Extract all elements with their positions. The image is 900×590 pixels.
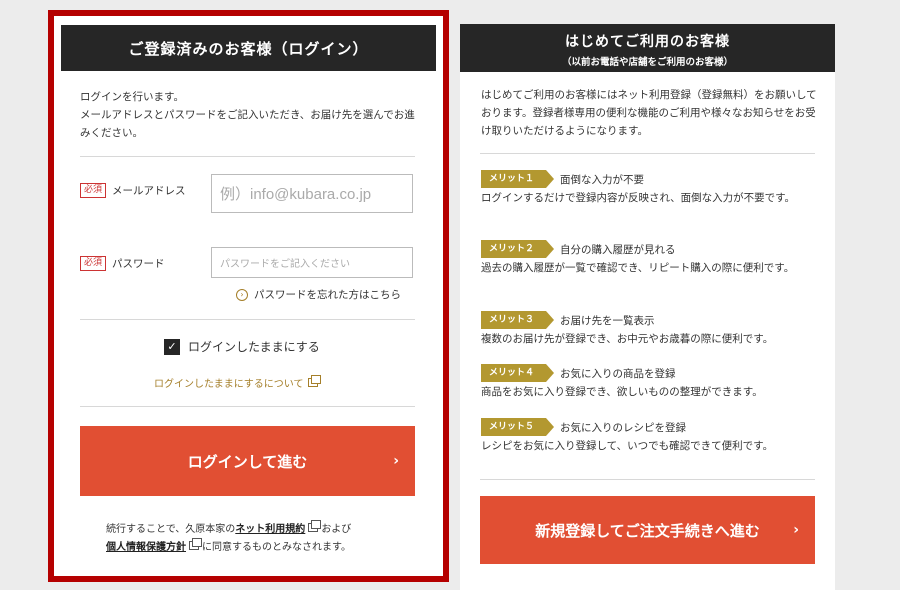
- terms-suffix: に同意するものとみなされます。: [202, 542, 351, 553]
- password-label: パスワード: [112, 258, 165, 270]
- required-badge: 必須: [80, 183, 107, 198]
- register-header: はじめてご利用のお客様 （以前お電話や店舗をご利用のお客様）: [460, 24, 835, 72]
- register-submit-label: 新規登録してご注文手続きへ進む: [535, 521, 760, 540]
- merit-title: 面倒な入力が不要: [560, 173, 645, 186]
- register-panel: はじめてご利用のお客様 （以前お電話や店舗をご利用のお客様） はじめてご利用のお…: [460, 24, 835, 590]
- register-intro: はじめてご利用のお客様にはネット利用登録（登録無料）をお願いしております。登録者…: [481, 89, 817, 137]
- chevron-right-icon: ›: [393, 453, 399, 469]
- merit-desc: ログインするだけで登録内容が反映され、面倒な入力が不要です。: [481, 192, 796, 204]
- login-panel: ご登録済みのお客様（ログイン） ログインを行います。 メールアドレスとパスワード…: [48, 10, 449, 582]
- merit-item: メリット２ 自分の購入履歴が見れる 過去の購入履歴が一覧で確認でき、リピート購入…: [481, 240, 816, 276]
- merit-item: メリット３ お届け先を一覧表示 複数のお届け先が登録でき、お中元やお歳暮の際に便…: [481, 311, 816, 347]
- merit-item: メリット５ お気に入りのレシピを登録 レシピをお気に入り登録して、いつでも確認で…: [481, 418, 816, 454]
- external-window-icon: [189, 538, 202, 550]
- about-remember-link[interactable]: ログインしたままにするについて: [154, 375, 321, 390]
- register-title: はじめてご利用のお客様: [565, 34, 730, 50]
- circle-arrow-icon: ›: [236, 288, 248, 301]
- divider: [480, 479, 815, 480]
- merit-desc: 複数のお届け先が登録でき、お中元やお歳暮の際に便利です。: [481, 333, 774, 345]
- merit-badge: メリット５: [481, 418, 555, 436]
- merit-badge: メリット２: [481, 240, 555, 258]
- register-subtitle: （以前お電話や店舗をご利用のお客様）: [561, 57, 733, 68]
- merit-item: メリット４ お気に入りの商品を登録 商品をお気に入り登録でき、欲しいものの整理が…: [481, 364, 816, 400]
- merit-title: お気に入りの商品を登録: [560, 367, 676, 380]
- required-badge: 必須: [80, 256, 107, 271]
- terms-text: 続行することで、久原本家のネット利用規約 および 個人情報保護方針 に同意するものと…: [106, 520, 406, 557]
- merit-desc: レシピをお気に入り登録して、いつでも確認できて便利です。: [481, 440, 774, 452]
- remember-label: ログインしたままにする: [188, 340, 320, 354]
- merit-desc: 商品をお気に入り登録でき、欲しいものの整理ができます。: [481, 386, 763, 398]
- divider: [80, 319, 415, 320]
- terms-link[interactable]: ネット利用規約: [235, 524, 305, 535]
- merit-badge: メリット１: [481, 170, 555, 188]
- check-icon[interactable]: ✓: [164, 338, 180, 355]
- terms-mid: および: [321, 524, 352, 535]
- divider: [80, 406, 415, 407]
- merit-title: お気に入りのレシピを登録: [560, 421, 687, 434]
- login-title: ご登録済みのお客様（ログイン）: [61, 25, 436, 71]
- login-submit-button[interactable]: ログインして進む ›: [80, 426, 415, 496]
- about-remember-label: ログインしたままにするについて: [154, 379, 304, 390]
- merit-item: メリット１ 面倒な入力が不要 ログインするだけで登録内容が反映され、面倒な入力が…: [481, 170, 816, 206]
- login-intro: ログインを行います。 メールアドレスとパスワードをご記入いただき、お届け先を選ん…: [80, 91, 415, 139]
- terms-prefix: 続行することで、久原本家の: [106, 524, 236, 535]
- merit-badge: メリット３: [481, 311, 555, 329]
- forgot-password-label: パスワードを忘れた方はこちら: [254, 289, 401, 301]
- email-label: メールアドレス: [112, 185, 186, 197]
- login-submit-label: ログインして進む: [187, 452, 308, 471]
- external-window-icon: [308, 520, 322, 532]
- password-input[interactable]: パスワードをご記入ください: [211, 247, 413, 278]
- external-window-icon: [307, 375, 321, 387]
- merit-desc: 過去の購入履歴が一覧で確認でき、リピート購入の際に便利です。: [481, 262, 795, 274]
- email-label-row: 必須 メールアドレス: [80, 183, 186, 198]
- email-input[interactable]: 例）info@kubara.co.jp: [211, 174, 413, 213]
- password-label-row: 必須 パスワード: [80, 256, 165, 271]
- merit-title: お届け先を一覧表示: [560, 314, 655, 327]
- merit-title: 自分の購入履歴が見れる: [560, 243, 676, 256]
- chevron-right-icon: ›: [793, 522, 799, 538]
- forgot-password-link[interactable]: › パスワードを忘れた方はこちら: [236, 287, 401, 302]
- remember-checkbox-row[interactable]: ✓ ログインしたままにする: [164, 338, 320, 355]
- register-submit-button[interactable]: 新規登録してご注文手続きへ進む ›: [480, 496, 815, 564]
- privacy-link[interactable]: 個人情報保護方針: [106, 542, 186, 553]
- divider: [80, 156, 415, 157]
- divider: [480, 153, 815, 154]
- merit-badge: メリット４: [481, 364, 555, 382]
